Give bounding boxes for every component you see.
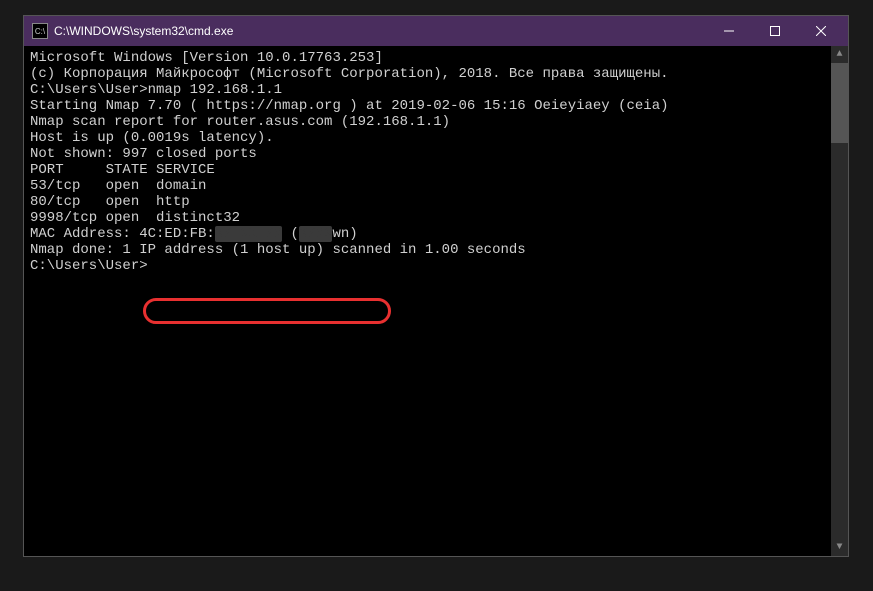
cmd-icon: C:\ (32, 23, 48, 39)
output-line: (c) Корпорация Майкрософт (Microsoft Cor… (30, 66, 825, 82)
output-line: 9998/tcp open distinct32 (30, 210, 825, 226)
output-line: Nmap done: 1 IP address (1 host up) scan… (30, 242, 825, 258)
output-line: Nmap scan report for router.asus.com (19… (30, 114, 825, 130)
terminal-body: Microsoft Windows [Version 10.0.17763.25… (24, 46, 848, 556)
vendor-suffix: wn (332, 226, 349, 242)
window-title: C:\WINDOWS\system32\cmd.exe (54, 24, 706, 38)
scroll-up-arrow[interactable]: ▲ (831, 46, 848, 63)
window-controls (706, 16, 844, 46)
output-line: PORT STATE SERVICE (30, 162, 825, 178)
output-line: Not shown: 997 closed ports (30, 146, 825, 162)
mac-prefix: 4C:ED:FB: (139, 226, 215, 242)
close-icon (816, 26, 826, 36)
terminal-output[interactable]: Microsoft Windows [Version 10.0.17763.25… (24, 46, 831, 556)
minimize-icon (724, 26, 734, 36)
maximize-icon (770, 26, 780, 36)
output-line: 53/tcp open domain (30, 178, 825, 194)
vertical-scrollbar[interactable]: ▲ ▼ (831, 46, 848, 556)
mac-address-line: MAC Address: 4C:ED:FB:XX:XX:XX (XXXXwn) (30, 226, 825, 242)
maximize-button[interactable] (752, 16, 798, 46)
close-button[interactable] (798, 16, 844, 46)
prompt-line: C:\Users\User> (30, 258, 825, 274)
output-line: Starting Nmap 7.70 ( https://nmap.org ) … (30, 98, 825, 114)
minimize-button[interactable] (706, 16, 752, 46)
output-line: Host is up (0.0019s latency). (30, 130, 825, 146)
mac-redacted: XX:XX:XX (215, 226, 282, 242)
titlebar[interactable]: C:\ C:\WINDOWS\system32\cmd.exe (24, 16, 848, 46)
output-line: C:\Users\User>nmap 192.168.1.1 (30, 82, 825, 98)
output-line: Microsoft Windows [Version 10.0.17763.25… (30, 50, 825, 66)
vendor-redacted: XXXX (299, 226, 333, 242)
cmd-window: C:\ C:\WINDOWS\system32\cmd.exe Microsof… (23, 15, 849, 557)
scrollbar-thumb[interactable] (831, 63, 848, 143)
scroll-down-arrow[interactable]: ▼ (831, 539, 848, 556)
output-line: 80/tcp open http (30, 194, 825, 210)
